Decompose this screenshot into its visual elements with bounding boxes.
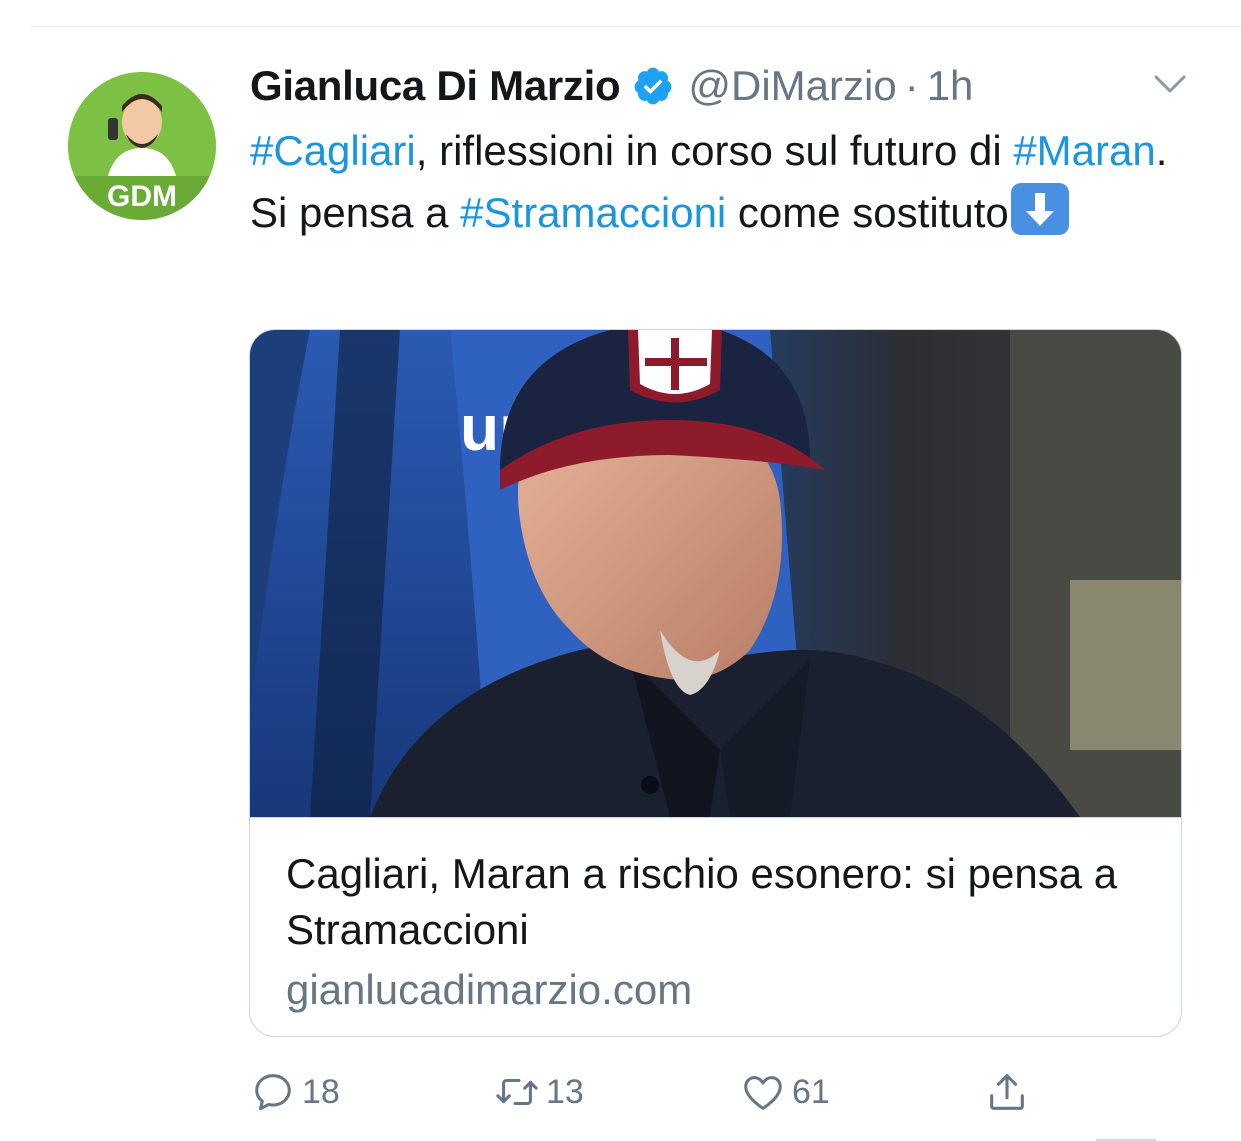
coach-photo: up CAGLIARI <box>250 330 1181 817</box>
tweet-text-part: , riflessioni in corso sul futuro di <box>415 127 1014 174</box>
tweet-header: Gianluca Di Marzio @DiMarzio · 1h <box>250 58 973 114</box>
reply-count: 18 <box>302 1072 340 1111</box>
hashtag-maran[interactable]: #Maran <box>1013 127 1155 174</box>
tweet-text: #Cagliari, riflessioni in corso sul futu… <box>250 120 1180 244</box>
avatar[interactable]: GDM <box>68 72 216 220</box>
retweet-icon <box>496 1078 538 1106</box>
chevron-down-icon[interactable] <box>1148 66 1192 102</box>
avatar-illustration: GDM <box>68 72 216 220</box>
tweet-text-part: come sostituto <box>726 189 1009 236</box>
reply-icon <box>255 1074 291 1111</box>
cap-badge-text: CAGLIARI <box>652 330 699 341</box>
verified-badge-icon <box>634 67 672 105</box>
share-icon <box>990 1074 1024 1110</box>
user-handle[interactable]: @DiMarzio <box>688 62 896 110</box>
retweet-button[interactable]: 13 <box>494 1062 584 1122</box>
separator-dot: · <box>904 62 919 109</box>
reply-button[interactable]: 18 <box>250 1062 340 1122</box>
hashtag-stramaccioni[interactable]: #Stramaccioni <box>460 189 726 236</box>
like-button[interactable]: 61 <box>740 1062 830 1122</box>
like-count: 61 <box>792 1072 830 1111</box>
down-arrow-emoji-icon <box>1010 183 1069 235</box>
card-divider <box>250 817 1181 818</box>
card-image: up CAGLIARI <box>250 330 1181 817</box>
heart-icon <box>744 1076 782 1110</box>
display-name[interactable]: Gianluca Di Marzio <box>250 62 621 110</box>
retweet-count: 13 <box>546 1072 584 1111</box>
card-title[interactable]: Cagliari, Maran a rischio esonero: si pe… <box>286 846 1146 958</box>
top-divider <box>30 26 1241 27</box>
share-button[interactable] <box>984 1062 1036 1122</box>
card-domain[interactable]: gianlucadimarzio.com <box>286 962 692 1018</box>
avatar-text: GDM <box>107 180 177 213</box>
link-card[interactable]: up CAGLIARI Cagliari, Maran a rischio es… <box>249 329 1182 1037</box>
timestamp[interactable]: 1h <box>927 62 974 110</box>
tweet-actions: 18 13 61 <box>250 1062 1180 1122</box>
hashtag-cagliari[interactable]: #Cagliari <box>250 127 416 174</box>
